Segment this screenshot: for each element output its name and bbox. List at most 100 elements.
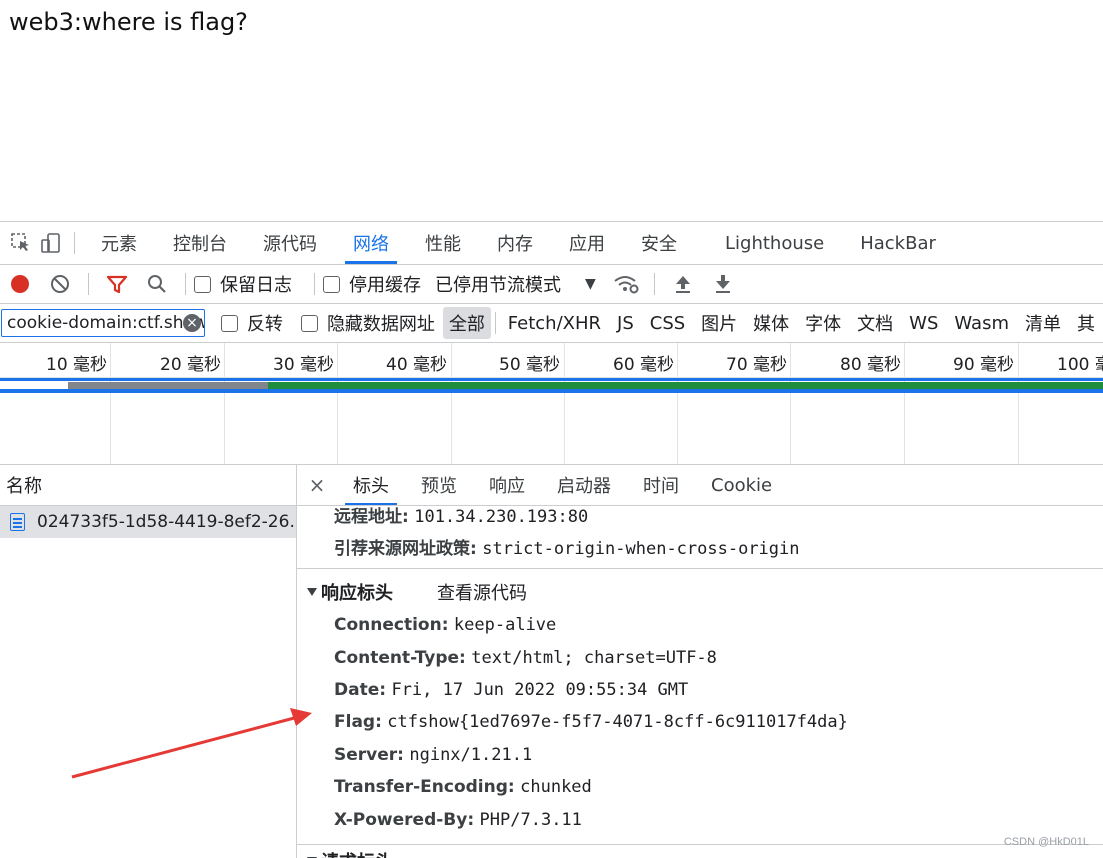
type-filter-all[interactable]: 全部 xyxy=(442,307,491,339)
clear-filter-icon[interactable]: × xyxy=(182,314,201,332)
tab-application[interactable]: 应用 xyxy=(551,222,623,264)
watermark: CSDN @HkD01L xyxy=(1003,836,1089,848)
checkbox-box[interactable] xyxy=(220,314,238,332)
devtools-main-tabs: 元素 控制台 源代码 网络 性能 内存 应用 安全 Lighthouse Hac… xyxy=(0,222,1103,265)
disable-cache-checkbox[interactable]: 停用缓存 xyxy=(323,271,421,297)
export-har-icon[interactable] xyxy=(703,265,743,303)
tab-headers[interactable]: 标头 xyxy=(337,465,405,505)
tab-console[interactable]: 控制台 xyxy=(155,222,245,264)
divider xyxy=(314,273,315,295)
tab-network[interactable]: 网络 xyxy=(335,222,407,264)
header-key: 远程地址: xyxy=(334,507,409,527)
filter-input[interactable]: cookie-domain:ctf.show coo × xyxy=(1,309,205,337)
timeline-ruler: 10 毫秒 20 毫秒 30 毫秒 40 毫秒 50 毫秒 60 毫秒 70 毫… xyxy=(0,343,1103,378)
timeline-overview[interactable]: 10 毫秒 20 毫秒 30 毫秒 40 毫秒 50 毫秒 60 毫秒 70 毫… xyxy=(0,343,1103,465)
throttling-label: 已停用节流模式 xyxy=(435,275,561,296)
record-icon[interactable] xyxy=(0,265,40,303)
type-filter-js[interactable]: JS xyxy=(609,313,642,334)
tab-initiator[interactable]: 启动器 xyxy=(541,465,627,505)
divider xyxy=(74,232,75,254)
type-filter-ws[interactable]: WS xyxy=(901,313,946,334)
divider xyxy=(494,312,496,334)
header-key: 引荐来源网址政策: xyxy=(334,539,477,559)
tab-timing[interactable]: 时间 xyxy=(627,465,695,505)
tab-memory[interactable]: 内存 xyxy=(479,222,551,264)
preserve-log-label: 保留日志 xyxy=(220,275,292,296)
search-icon[interactable] xyxy=(137,265,177,303)
dom-content-loaded-line xyxy=(0,378,1103,381)
clear-icon[interactable] xyxy=(40,265,80,303)
tab-performance[interactable]: 性能 xyxy=(407,222,479,264)
request-details: × 标头 预览 响应 启动器 时间 Cookie 远程地址: 101.34.23… xyxy=(297,465,1103,858)
checkbox-box[interactable] xyxy=(323,275,340,293)
timeline-gridline xyxy=(564,343,565,464)
document-icon xyxy=(10,513,25,531)
throttling-select[interactable]: 已停用节流模式 ▼ xyxy=(435,271,596,297)
type-filter-css[interactable]: CSS xyxy=(642,313,693,334)
tab-preview[interactable]: 预览 xyxy=(405,465,473,505)
timeline-gridline xyxy=(790,343,791,464)
type-filter-other[interactable]: 其 xyxy=(1069,310,1103,336)
tab-lighthouse[interactable]: Lighthouse xyxy=(707,222,842,264)
details-tabs: × 标头 预览 响应 启动器 时间 Cookie xyxy=(297,465,1103,506)
disable-cache-label: 停用缓存 xyxy=(349,275,421,296)
request-row[interactable]: 024733f5-1d58-4419-8ef2-26... xyxy=(0,506,296,538)
timeline-tick-label: 100 毫 xyxy=(1057,355,1103,375)
timeline-gridline xyxy=(110,343,111,464)
type-filter-doc[interactable]: 文档 xyxy=(849,310,901,336)
type-filter-media[interactable]: 媒体 xyxy=(745,310,797,336)
tab-elements[interactable]: 元素 xyxy=(83,222,155,264)
checkbox-box[interactable] xyxy=(194,275,211,293)
hide-data-urls-label: 隐藏数据网址 xyxy=(326,314,435,335)
checkbox-box[interactable] xyxy=(300,314,318,332)
type-filter-manifest[interactable]: 清单 xyxy=(1017,310,1069,336)
invert-label: 反转 xyxy=(246,314,283,335)
import-har-icon[interactable] xyxy=(663,265,703,303)
request-name: 024733f5-1d58-4419-8ef2-26... xyxy=(37,512,296,532)
header-value: strict-origin-when-cross-origin xyxy=(482,539,800,559)
timeline-tick-label: 70 毫秒 xyxy=(726,355,788,375)
timeline-gridline xyxy=(1018,343,1019,464)
request-list: 名称 024733f5-1d58-4419-8ef2-26... xyxy=(0,465,297,858)
header-value: 101.34.230.193:80 xyxy=(414,507,589,527)
tab-cookies[interactable]: Cookie xyxy=(695,465,788,505)
request-waiting-bar xyxy=(68,382,268,389)
header-row: 引荐来源网址政策: strict-origin-when-cross-origi… xyxy=(334,534,800,559)
filter-icon[interactable] xyxy=(97,265,137,303)
timeline-tick-label: 20 毫秒 xyxy=(160,355,222,375)
tab-sources[interactable]: 源代码 xyxy=(245,222,335,264)
tab-hackbar[interactable]: HackBar xyxy=(842,222,954,264)
close-icon[interactable]: × xyxy=(297,473,337,497)
timeline-tick-label: 90 毫秒 xyxy=(953,355,1015,375)
timeline-gridline xyxy=(677,343,678,464)
timeline-tick-label: 40 毫秒 xyxy=(386,355,448,375)
filter-bar: cookie-domain:ctf.show coo × 反转 隐藏数据网址 全… xyxy=(0,304,1103,343)
preserve-log-checkbox[interactable]: 保留日志 xyxy=(194,271,292,297)
name-column-header[interactable]: 名称 xyxy=(0,465,296,506)
device-toolbar-icon[interactable] xyxy=(36,222,66,264)
type-filter-fetch-xhr[interactable]: Fetch/XHR xyxy=(500,313,609,334)
inspect-element-icon[interactable] xyxy=(6,222,36,264)
timeline-tick-label: 10 毫秒 xyxy=(46,355,108,375)
request-download-bar xyxy=(268,382,1103,389)
divider xyxy=(185,273,186,295)
tab-response[interactable]: 响应 xyxy=(473,465,541,505)
type-filter-wasm[interactable]: Wasm xyxy=(946,313,1017,334)
timeline-gridline xyxy=(904,343,905,464)
devtools-panel: 元素 控制台 源代码 网络 性能 内存 应用 安全 Lighthouse Hac… xyxy=(0,221,1103,858)
filter-input-value: cookie-domain:ctf.show coo xyxy=(7,313,204,333)
network-toolbar: 保留日志 停用缓存 已停用节流模式 ▼ xyxy=(0,265,1103,304)
timeline-gridline xyxy=(224,343,225,464)
invert-checkbox[interactable]: 反转 xyxy=(220,310,283,336)
page-text: web3:where is flag? xyxy=(9,8,248,36)
type-filter-font[interactable]: 字体 xyxy=(797,310,849,336)
tab-security[interactable]: 安全 xyxy=(623,222,695,264)
type-filter-img[interactable]: 图片 xyxy=(693,310,745,336)
timeline-tick-label: 80 毫秒 xyxy=(840,355,902,375)
timeline-tick-label: 60 毫秒 xyxy=(613,355,675,375)
timeline-gridline xyxy=(337,343,338,464)
load-line xyxy=(0,389,1103,393)
chevron-down-icon: ▼ xyxy=(585,276,596,292)
network-conditions-icon[interactable] xyxy=(606,265,646,303)
hide-data-urls-checkbox[interactable]: 隐藏数据网址 xyxy=(300,310,435,336)
